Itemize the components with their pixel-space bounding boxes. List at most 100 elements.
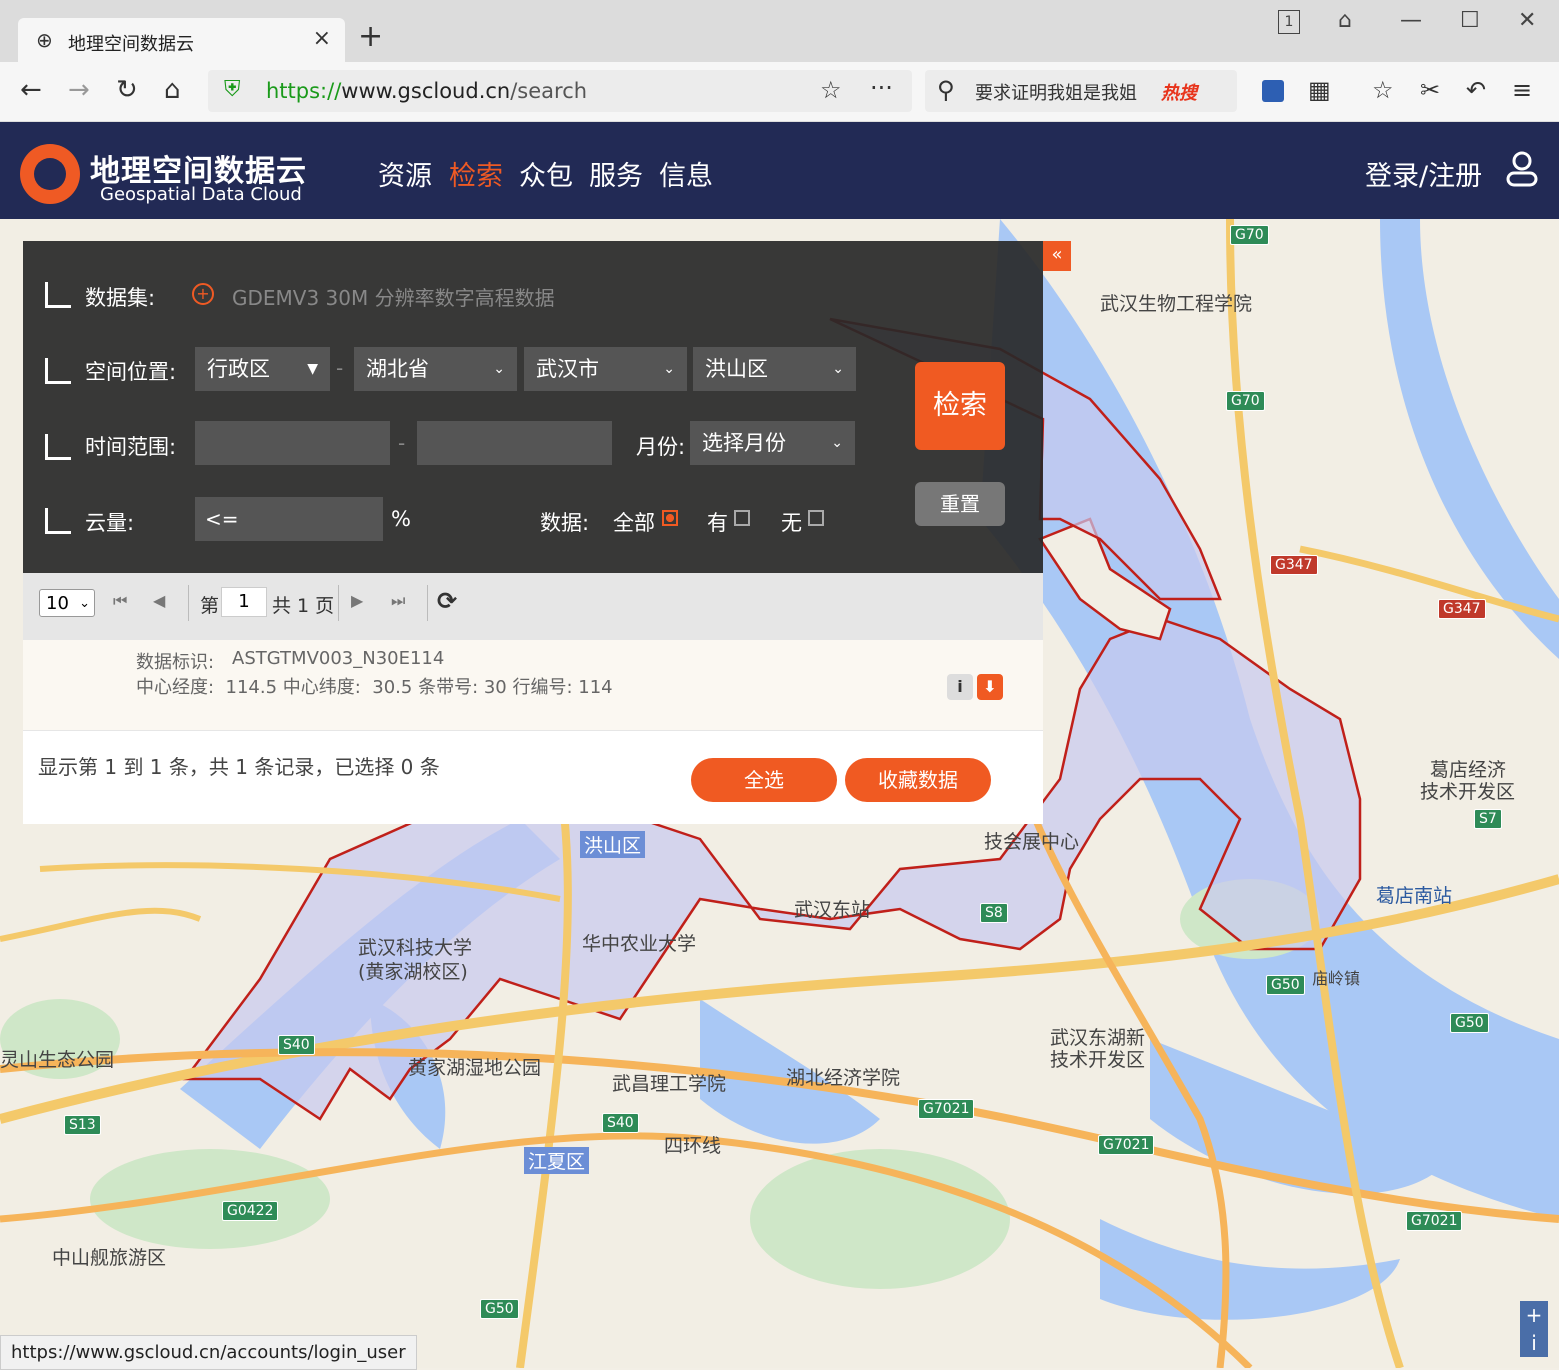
map-label: (黄家湖校区) <box>358 961 468 983</box>
scissors-icon[interactable]: ✂ <box>1420 76 1440 104</box>
road-shield: G7021 <box>1098 1135 1155 1155</box>
location-label: 空间位置: <box>85 360 177 384</box>
map-label: 技术开发区 <box>1420 781 1516 803</box>
back-icon[interactable]: ← <box>20 76 42 104</box>
star-icon[interactable]: ☆ <box>820 76 842 104</box>
prev-page-icon[interactable]: ◀ <box>153 591 165 610</box>
select-all-button[interactable]: 全选 <box>691 758 837 802</box>
address-bar[interactable]: ⛨ https://www.gscloud.cn/search ☆ ··· <box>208 70 912 112</box>
map-label: 武汉科技大学 <box>358 937 473 959</box>
road-shield: G0422 <box>222 1201 279 1221</box>
district-select[interactable]: 洪山区 ⌄ <box>693 347 856 391</box>
last-page-icon[interactable]: ⏭ <box>391 591 405 611</box>
shirt-icon[interactable]: ⌂ <box>1338 8 1352 33</box>
zoom-in-button[interactable]: + <box>1520 1301 1548 1329</box>
start-date-input[interactable] <box>195 421 390 465</box>
close-tab-icon[interactable]: × <box>313 26 331 51</box>
dataset-icon <box>45 282 71 308</box>
nav-crowdsource[interactable]: 众包 <box>519 154 573 193</box>
end-date-input[interactable] <box>417 421 612 465</box>
browser-tab[interactable]: ⊕ 地理空间数据云 × <box>18 18 345 62</box>
close-window-icon[interactable]: ✕ <box>1518 8 1536 33</box>
road-shield: G347 <box>1438 599 1486 619</box>
map-label: 黄家湖湿地公园 <box>408 1057 542 1079</box>
login-register-link[interactable]: 登录/注册 <box>1365 154 1482 193</box>
data-yes-label: 有 <box>707 511 728 535</box>
add-dataset-icon[interactable]: + <box>192 283 214 305</box>
pagination-bar: 10 ⌄ ⏮ ◀ 第 1 共 1 页 ▶ ⏭ ⟳ <box>23 573 1043 640</box>
browser-status-bar: https://www.gscloud.cn/accounts/login_us… <box>0 1335 417 1370</box>
nav-resources[interactable]: 资源 <box>378 154 432 193</box>
location-type-select[interactable]: 行政区 ▼ <box>195 347 330 391</box>
page-size-select[interactable]: 10 ⌄ <box>39 589 95 617</box>
new-tab-icon[interactable]: + <box>358 22 383 52</box>
road-shield: S40 <box>602 1113 639 1133</box>
month-label: 月份: <box>636 435 686 459</box>
search-query: 要求证明我姐是我姐 <box>975 83 1137 104</box>
map-label: 四环线 <box>664 1135 722 1157</box>
hot-search-badge[interactable]: 热搜 <box>1161 79 1197 105</box>
forward-icon[interactable]: → <box>68 76 90 104</box>
user-icon[interactable] <box>1505 150 1539 188</box>
city-select[interactable]: 武汉市 ⌄ <box>524 347 687 391</box>
data-id-label: 数据标识: <box>136 652 215 673</box>
result-row[interactable]: 数据标识: ASTGTMV003_N30E114 中心经度: 114.5 中心纬… <box>23 640 1043 730</box>
info-button[interactable]: i <box>1520 1329 1548 1357</box>
apps-grid-icon[interactable]: ▦ <box>1308 76 1331 104</box>
extension-icon[interactable] <box>1262 80 1284 102</box>
info-icon[interactable]: i <box>947 674 973 700</box>
road-shield: S8 <box>980 903 1008 923</box>
minimize-icon[interactable]: — <box>1400 8 1422 33</box>
result-footer: 显示第 1 到 1 条，共 1 条记录，已选择 0 条 全选 收藏数据 <box>23 730 1043 824</box>
dataset-value[interactable]: GDEMV3 30M 分辨率数字高程数据 <box>232 282 555 311</box>
logo-subtitle: Geospatial Data Cloud <box>100 184 302 205</box>
collect-data-button[interactable]: 收藏数据 <box>845 758 991 802</box>
map-label: 技术开发区 <box>1050 1049 1146 1071</box>
cloud-input[interactable]: <= <box>195 497 383 541</box>
dataset-label: 数据集: <box>85 286 156 310</box>
home-icon[interactable]: ⌂ <box>164 76 181 104</box>
data-yes-checkbox[interactable] <box>734 510 750 526</box>
first-page-icon[interactable]: ⏮ <box>113 591 127 611</box>
map-label: 庙岭镇 <box>1312 969 1361 988</box>
page-prefix: 第 <box>200 595 220 617</box>
map-label: 技会展中心 <box>984 831 1080 853</box>
favorites-icon[interactable]: ☆ <box>1372 76 1394 104</box>
refresh-icon[interactable]: ⟳ <box>437 587 457 615</box>
nav-search[interactable]: 检索 <box>449 154 503 193</box>
tab-count-icon[interactable]: 1 <box>1278 10 1300 34</box>
dash-separator: - <box>336 356 344 380</box>
data-all-checkbox[interactable] <box>662 510 678 526</box>
province-select[interactable]: 湖北省 ⌄ <box>354 347 517 391</box>
data-no-label: 无 <box>781 511 802 535</box>
divider <box>427 585 428 621</box>
cloud-icon <box>45 508 71 534</box>
reset-button[interactable]: 重置 <box>915 482 1005 526</box>
data-label: 数据: <box>540 511 590 535</box>
undo-icon[interactable]: ↶ <box>1466 76 1486 104</box>
result-list: 数据标识: ASTGTMV003_N30E114 中心经度: 114.5 中心纬… <box>23 640 1043 730</box>
download-icon[interactable]: ⬇ <box>977 674 1003 700</box>
search-box[interactable]: ⚲ 要求证明我姐是我姐 热搜 <box>925 70 1237 112</box>
menu-icon[interactable]: ≡ <box>1512 76 1532 104</box>
nav-info[interactable]: 信息 <box>659 154 713 193</box>
month-select[interactable]: 选择月份 ⌄ <box>690 421 855 465</box>
record-summary: 显示第 1 到 1 条，共 1 条记录，已选择 0 条 <box>38 755 440 779</box>
search-button[interactable]: 检索 <box>915 362 1005 450</box>
map-label: 江夏区 <box>524 1147 590 1174</box>
maximize-icon[interactable]: ☐ <box>1460 8 1480 33</box>
map-label: 华中农业大学 <box>582 933 697 955</box>
data-no-checkbox[interactable] <box>808 510 824 526</box>
road-shield: G347 <box>1270 555 1318 575</box>
page-number-input[interactable]: 1 <box>221 587 267 617</box>
dash-separator: - <box>398 431 406 455</box>
more-icon[interactable]: ··· <box>870 74 893 102</box>
tab-title: 地理空间数据云 <box>68 34 194 55</box>
nav-services[interactable]: 服务 <box>589 154 643 193</box>
road-shield: G50 <box>480 1299 519 1319</box>
collapse-panel-icon[interactable]: « <box>1043 241 1071 271</box>
reload-icon[interactable]: ↻ <box>116 76 138 104</box>
map-label: 洪山区 <box>580 831 646 858</box>
next-page-icon[interactable]: ▶ <box>351 591 363 610</box>
logo-icon[interactable] <box>20 144 80 204</box>
